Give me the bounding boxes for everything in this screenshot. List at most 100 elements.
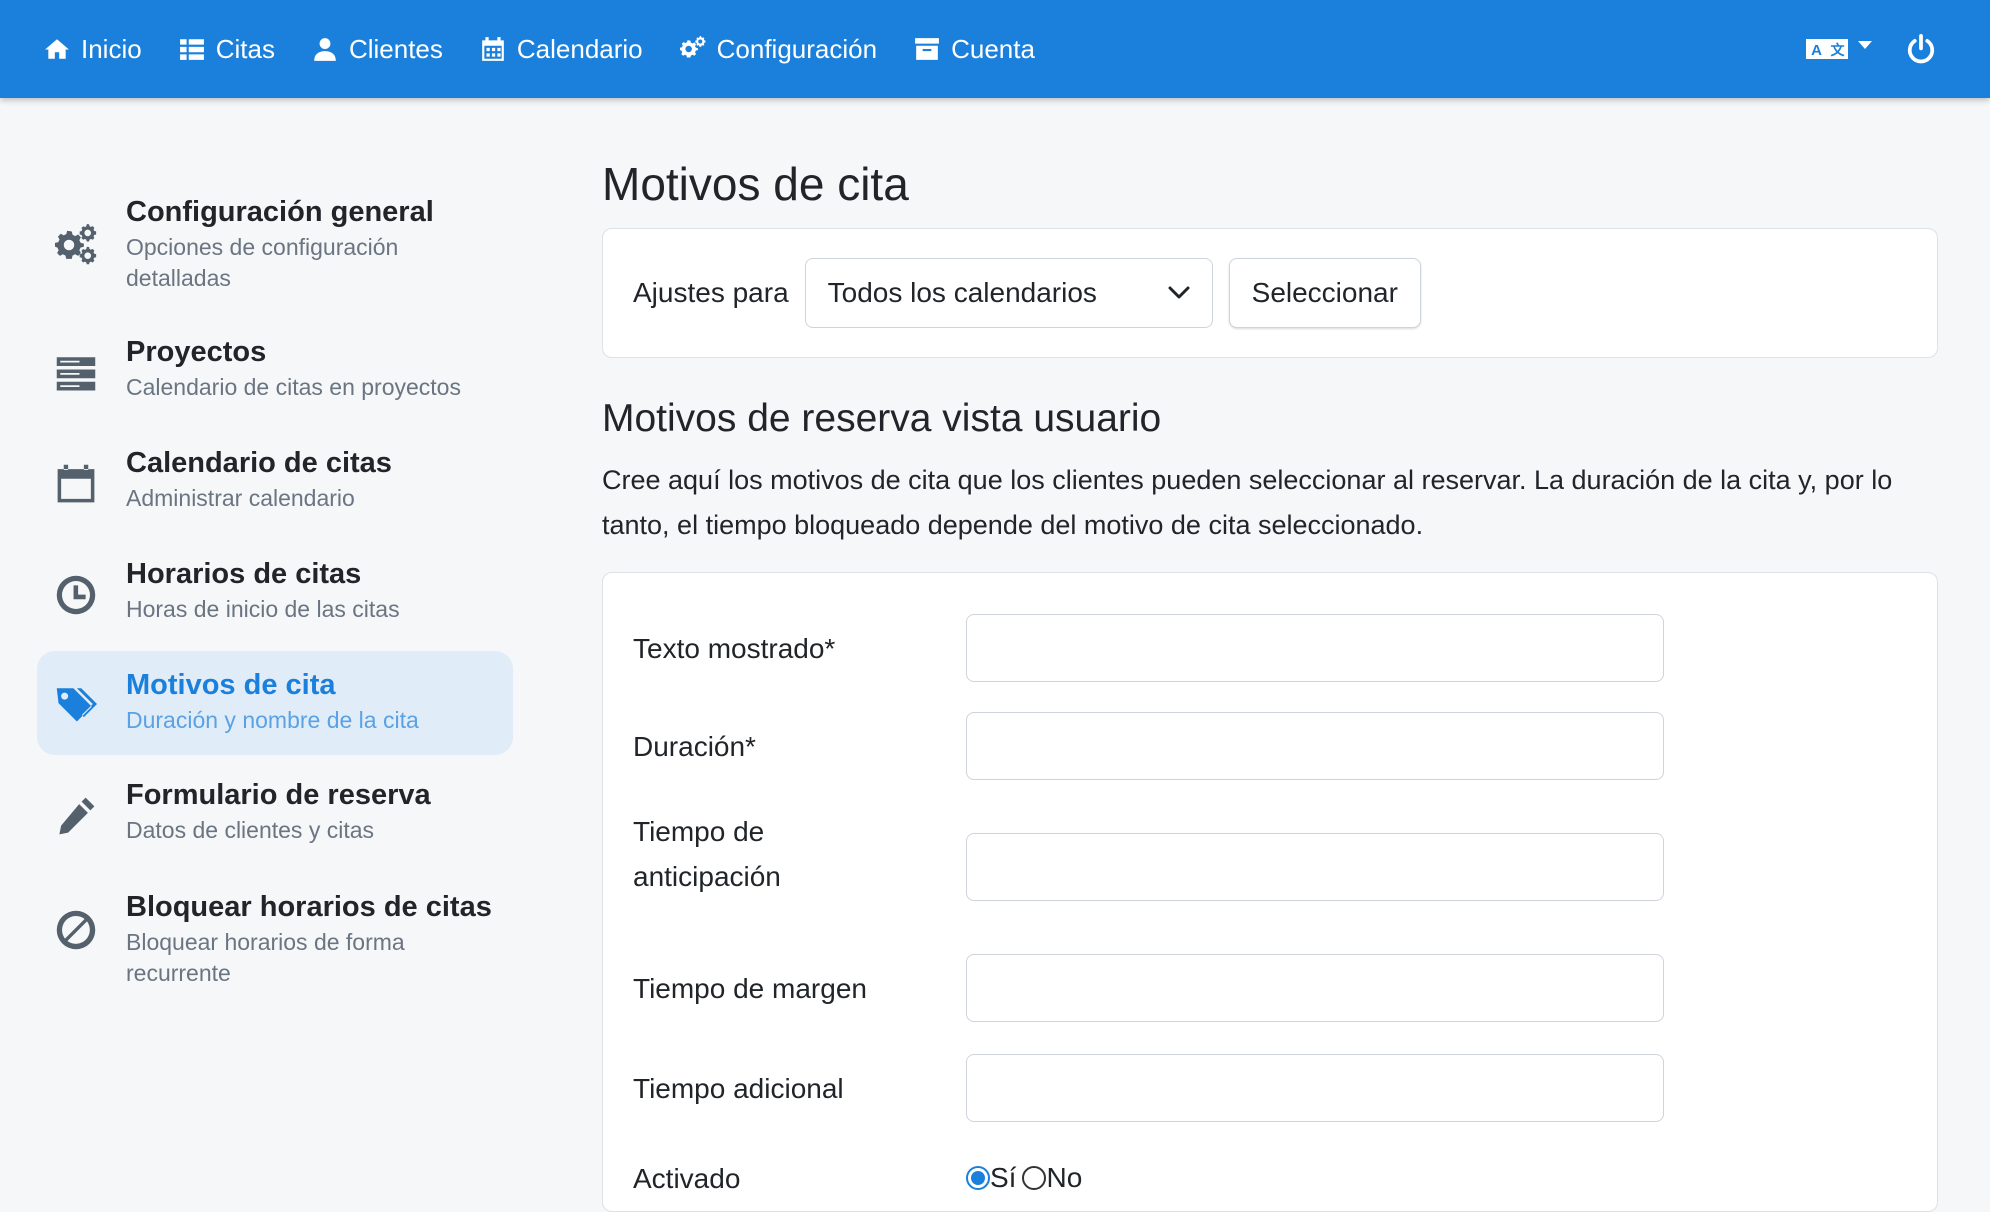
calendar-select-value: Todos los calendarios [827, 277, 1097, 308]
radio-yes-label: Sí [990, 1162, 1017, 1193]
nav-item-label: Configuración [716, 33, 878, 64]
section-description: Cree aquí los motivos de cita que los cl… [602, 465, 1893, 540]
field-label: Tiempo de anticipación [633, 809, 933, 899]
sidebar-item-title: Motivos de cita [126, 669, 336, 701]
sidebar-item-motivos-de-cita[interactable]: Motivos de cita Duración y nombre de la … [37, 651, 513, 755]
radio-no[interactable] [1022, 1166, 1047, 1190]
top-navbar: Inicio Citas Clientes Calendario Configu… [0, 0, 1990, 98]
form-row-duracion: Duración* [633, 712, 1673, 780]
sidebar-icon-wrap [55, 352, 97, 394]
nav-menu: Inicio Citas Clientes Calendario Configu… [44, 34, 1072, 65]
duration-input[interactable] [966, 712, 1664, 780]
radio-yes[interactable] [966, 1166, 990, 1190]
sidebar-item-title: Proyectos [126, 336, 267, 368]
sidebar-icon-wrap [55, 795, 97, 837]
sidebar-item-configuracion-general[interactable]: Configuración general Opciones de config… [37, 178, 513, 318]
chevron-down-icon [1168, 286, 1190, 299]
language-dropdown[interactable]: A 文 [1806, 36, 1872, 62]
server-icon [56, 357, 96, 391]
gears-icon [679, 36, 706, 58]
form-row-tiempo-adicional: Tiempo adicional [633, 1054, 1673, 1122]
sidebar-icon-wrap [55, 683, 97, 725]
sidebar-item-formulario-de-reserva[interactable]: Formulario de reserva Datos de clientes … [37, 761, 513, 873]
nav-item-configuracion[interactable]: Configuración [679, 33, 878, 65]
field-label: Tiempo adicional [633, 1073, 844, 1104]
sidebar-item-text: Bloquear horarios de citas Bloquear hora… [126, 883, 492, 1003]
nav-item-label: Cuenta [951, 33, 1035, 64]
sidebar-item-title: Calendario de citas [126, 447, 392, 479]
sidebar-item-subtitle: Duración y nombre de la cita [126, 707, 419, 733]
sidebar-icon-wrap [55, 224, 97, 266]
nav-item-cuenta[interactable]: Cuenta [914, 34, 1035, 65]
chevron-down-icon [1858, 41, 1872, 49]
settings-for-label: Ajustes para [633, 277, 789, 308]
field-label-line: Tiempo de [633, 816, 765, 847]
sidebar-item-text: Proyectos Calendario de citas en proyect… [126, 328, 461, 419]
sidebar-item-subtitle: Horas de inicio de las citas [126, 596, 400, 622]
power-icon[interactable] [1906, 34, 1936, 64]
calendar-icon [482, 37, 504, 61]
nav-item-label: Clientes [348, 33, 443, 64]
nav-item-clientes[interactable]: Clientes [312, 34, 443, 65]
tags-icon [56, 688, 97, 722]
sidebar-item-calendario-de-citas[interactable]: Calendario de citas Administrar calendar… [37, 429, 513, 540]
additional-time-input[interactable] [966, 1054, 1664, 1122]
subtitle-line: recurrente [126, 960, 231, 986]
pencil-icon [59, 797, 95, 835]
gears-icon [55, 224, 97, 265]
language-icon: A 文 [1806, 39, 1848, 59]
nav-item-label: Inicio [81, 33, 142, 64]
nav-item-inicio[interactable]: Inicio [44, 34, 142, 65]
subtitle-line: detalladas [126, 265, 231, 291]
buffer-time-input[interactable] [966, 954, 1664, 1022]
nav-item-citas[interactable]: Citas [179, 34, 275, 65]
sidebar-item-subtitle: Calendario de citas en proyectos [126, 374, 461, 400]
sidebar-item-title: Bloquear horarios de citas [126, 891, 492, 923]
sidebar-item-subtitle: Opciones de configuración detalladas [126, 232, 434, 294]
sidebar-item-horarios-de-citas[interactable]: Horarios de citas Horas de inicio de las… [37, 540, 513, 651]
select-button[interactable]: Seleccionar [1228, 258, 1421, 328]
field-label-line: anticipación [633, 861, 781, 892]
sidebar-icon-wrap [55, 574, 97, 616]
lead-time-input[interactable] [966, 833, 1664, 901]
sidebar-item-subtitle: Bloquear horarios de forma recurrente [126, 927, 492, 989]
section-title: Motivos de reserva vista usuario [602, 397, 1162, 440]
form-row-activado: Activado Sí No [633, 1156, 1673, 1201]
settings-sidebar: Configuración general Opciones de config… [37, 178, 513, 1013]
clock-icon [56, 575, 96, 615]
svg-text:文: 文 [1831, 42, 1846, 59]
user-icon [314, 38, 336, 61]
sidebar-item-proyectos[interactable]: Proyectos Calendario de citas en proyect… [37, 318, 513, 429]
sidebar-item-text: Calendario de citas Administrar calendar… [126, 439, 392, 530]
sidebar-item-text: Configuración general Opciones de config… [126, 188, 434, 308]
nav-item-calendario[interactable]: Calendario [480, 34, 643, 65]
calendar-settings-card: Ajustes para Todos los calendarios Selec… [602, 228, 1938, 358]
nav-item-label: Citas [215, 33, 275, 64]
sidebar-item-title: Configuración general [126, 196, 434, 228]
list-icon [179, 39, 204, 60]
sidebar-icon-wrap [55, 463, 97, 505]
field-label: Activado [633, 1163, 741, 1194]
subtitle-line: Opciones de configuración [126, 234, 399, 260]
sidebar-item-text: Motivos de cita Duración y nombre de la … [126, 661, 419, 745]
home-icon [45, 39, 69, 59]
activated-radio-group: Sí No [966, 1162, 1082, 1194]
form-row-tiempo-margen: Tiempo de margen [633, 954, 1673, 1022]
reason-form: Texto mostrado* Duración* Tiempo de anti… [602, 572, 1938, 1212]
sidebar-item-title: Formulario de reserva [126, 779, 431, 811]
form-row-texto-mostrado: Texto mostrado* [633, 614, 1673, 682]
radio-no-label: No [1046, 1162, 1083, 1193]
sidebar-item-subtitle: Datos de clientes y citas [126, 817, 375, 843]
archive-icon [915, 38, 939, 60]
nav-item-label: Calendario [516, 33, 643, 64]
field-label: Duración* [633, 731, 756, 762]
calendar-select[interactable]: Todos los calendarios [804, 258, 1213, 328]
calendar-icon [57, 464, 95, 503]
svg-text:A: A [1811, 42, 1822, 59]
main-content: Motivos de cita Ajustes para Todos los c… [602, 150, 1938, 1212]
sidebar-icon-wrap [55, 909, 97, 951]
sidebar-item-bloquear-horarios[interactable]: Bloquear horarios de citas Bloquear hora… [37, 873, 513, 1013]
field-label: Texto mostrado* [633, 633, 836, 664]
field-label: Tiempo de margen [633, 973, 867, 1004]
display-text-input[interactable] [966, 614, 1664, 682]
